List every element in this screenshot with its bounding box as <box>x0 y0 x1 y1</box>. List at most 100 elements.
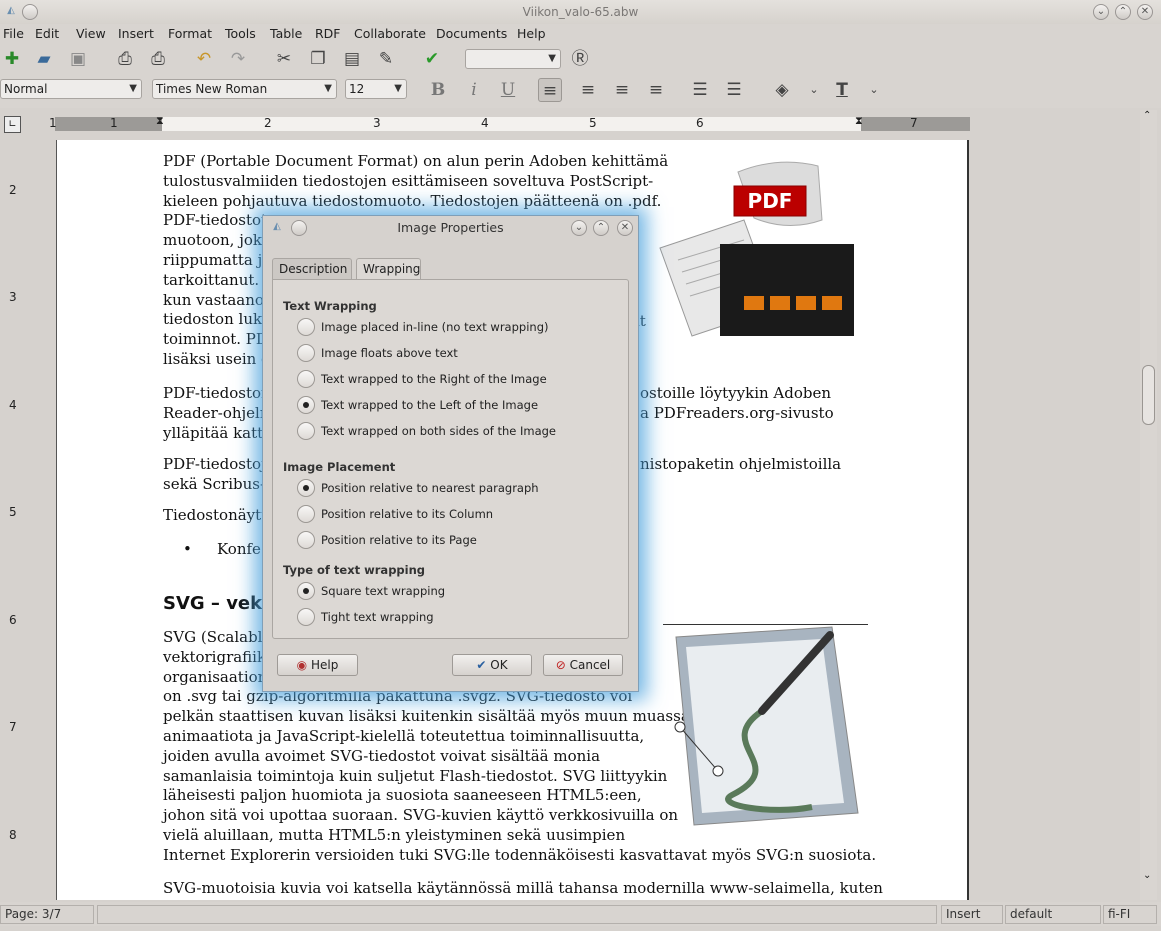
cancel-button[interactable]: ⊘ Cancel <box>543 654 623 676</box>
menu-documents[interactable]: Documents <box>436 26 507 41</box>
tab-description[interactable]: Description <box>272 258 352 280</box>
copy-icon[interactable]: ❐ <box>306 47 330 71</box>
radio-button[interactable] <box>297 608 315 626</box>
tab-stop-icon[interactable]: ∟ <box>4 116 21 133</box>
radio-button[interactable] <box>297 344 315 362</box>
dialog-app-icon[interactable]: ◭ <box>269 220 285 236</box>
help-button[interactable]: ◉ Help <box>277 654 358 676</box>
close-icon[interactable]: ✕ <box>1137 4 1153 20</box>
cancel-icon: ⊘ <box>555 658 566 672</box>
font-size-value: 12 <box>349 82 365 96</box>
format-painter-icon[interactable]: ✎ <box>374 47 398 71</box>
scroll-up-icon[interactable]: ⌃ <box>1143 110 1151 121</box>
menu-rdf[interactable]: RDF <box>315 26 341 41</box>
undo-icon[interactable]: ↶ <box>192 47 216 71</box>
menu-edit[interactable]: Edit <box>35 26 59 41</box>
radio-button[interactable] <box>297 505 315 523</box>
zoom-select[interactable]: ▼ <box>465 49 561 69</box>
scroll-down-icon[interactable]: ⌄ <box>1143 870 1151 881</box>
minimize-icon[interactable]: ⌄ <box>1093 4 1109 20</box>
text-color-icon[interactable]: T <box>830 78 854 102</box>
scrollbar-thumb[interactable] <box>1142 365 1155 425</box>
text-color-dropdown-icon[interactable]: ⌄ <box>862 78 886 102</box>
italic-icon[interactable]: i <box>462 78 486 102</box>
pdf-document-image[interactable]: PDF <box>658 160 854 340</box>
horizontal-ruler[interactable]: 1 1 2 3 4 5 6 7 ⧗ ⧗ <box>49 114 970 131</box>
menu-table[interactable]: Table <box>270 26 302 41</box>
print-icon[interactable]: ⎙ <box>113 47 137 71</box>
menu-tools[interactable]: Tools <box>225 26 256 41</box>
vertical-scrollbar[interactable]: ⌃ ⌄ <box>1140 110 1157 900</box>
font-select[interactable]: Times New Roman ▼ <box>152 79 337 99</box>
revisions-icon[interactable]: Ⓡ <box>568 47 592 71</box>
font-size-select[interactable]: 12 ▼ <box>345 79 407 99</box>
status-message <box>97 905 937 924</box>
highlight-color-icon[interactable]: ◈ <box>770 78 794 102</box>
radio-label: Image placed in-line (no text wrapping) <box>321 320 549 334</box>
dialog-maximize-icon[interactable]: ⌃ <box>593 220 609 236</box>
paste-icon[interactable]: ▤ <box>340 47 364 71</box>
ruler-number: 4 <box>481 116 489 130</box>
bold-icon[interactable]: B <box>426 78 450 102</box>
insert-mode: Insert <box>941 905 1003 924</box>
radio-button-selected[interactable] <box>297 396 315 414</box>
ruler-number: 5 <box>9 505 17 519</box>
wrapping-panel: Text Wrapping Image placed in-line (no t… <box>272 279 629 639</box>
new-document-icon[interactable]: ✚ <box>0 47 24 71</box>
text-line: Reader-ohjelm <box>163 403 275 422</box>
spellcheck-icon[interactable]: ✔ <box>420 47 444 71</box>
radio-button-selected[interactable] <box>297 582 315 600</box>
bullet-list-icon[interactable]: ☰ <box>722 78 746 102</box>
align-center-icon[interactable]: ≡ <box>576 78 600 102</box>
highlight-dropdown-icon[interactable]: ⌄ <box>802 78 826 102</box>
menu-insert[interactable]: Insert <box>118 26 154 41</box>
standard-toolbar: ✚ ▰ ▣ ⎙ ⎙ ↶ ↷ ✂ ❐ ▤ ✎ ✔ ▼ Ⓡ <box>0 44 1161 76</box>
left-indent-marker[interactable]: ⧗ <box>156 114 164 128</box>
section-heading: SVG – vek <box>163 593 263 614</box>
cut-icon[interactable]: ✂ <box>272 47 296 71</box>
radio-button[interactable] <box>297 370 315 388</box>
cancel-label: Cancel <box>569 658 611 672</box>
radio-button[interactable] <box>297 422 315 440</box>
underline-icon[interactable]: U <box>496 78 520 102</box>
menu-file[interactable]: File <box>3 26 24 41</box>
style-select[interactable]: Normal ▼ <box>0 79 142 99</box>
menu-collaborate[interactable]: Collaborate <box>354 26 426 41</box>
radio-button[interactable] <box>297 318 315 336</box>
radio-button[interactable] <box>297 531 315 549</box>
tab-wrapping[interactable]: Wrapping <box>356 258 421 281</box>
dialog-close-icon[interactable]: ✕ <box>617 220 633 236</box>
ruler-number: 4 <box>9 398 17 412</box>
radio-label: Text wrapped to the Right of the Image <box>321 372 547 386</box>
save-icon[interactable]: ▣ <box>66 47 90 71</box>
print-preview-icon[interactable]: ⎙ <box>146 47 170 71</box>
maximize-icon[interactable]: ⌃ <box>1115 4 1131 20</box>
style-indicator: default <box>1005 905 1101 924</box>
redo-icon[interactable]: ↷ <box>226 47 250 71</box>
radio-label: Text wrapped to the Left of the Image <box>321 398 539 412</box>
wrap-type-heading: Type of text wrapping <box>283 563 426 577</box>
right-indent-marker[interactable]: ⧗ <box>855 114 863 128</box>
ruler-number: 2 <box>264 116 272 130</box>
font-value: Times New Roman <box>156 82 268 96</box>
radio-label: Text wrapped on both sides of the Image <box>321 424 556 438</box>
text-line: kieleen pohjautuva tiedostomuoto. Tiedos… <box>163 191 662 210</box>
text-line: ostoille löytyykin Adoben <box>640 384 832 402</box>
numbered-list-icon[interactable]: ☰ <box>688 78 712 102</box>
help-icon: ◉ <box>296 658 308 672</box>
menu-format[interactable]: Format <box>168 26 212 41</box>
ok-button[interactable]: ✔ OK <box>452 654 532 676</box>
ruler-number: 7 <box>910 116 918 130</box>
svg-brush-image[interactable] <box>672 625 864 830</box>
align-left-icon[interactable]: ≡ <box>538 78 562 102</box>
bullet-item: Konfe <box>217 540 261 558</box>
dialog-minimize-icon[interactable]: ⌄ <box>571 220 587 236</box>
align-justify-icon[interactable]: ≡ <box>644 78 668 102</box>
radio-button-selected[interactable] <box>297 479 315 497</box>
ruler-number: 3 <box>373 116 381 130</box>
align-right-icon[interactable]: ≡ <box>610 78 634 102</box>
menu-help[interactable]: Help <box>517 26 546 41</box>
menu-view[interactable]: View <box>76 26 106 41</box>
open-icon[interactable]: ▰ <box>32 47 56 71</box>
dialog-pin-button[interactable] <box>291 220 307 236</box>
